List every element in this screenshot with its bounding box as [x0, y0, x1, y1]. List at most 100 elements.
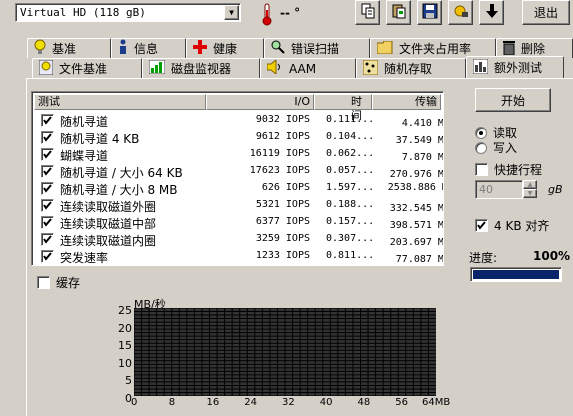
copy-button[interactable]	[355, 0, 380, 25]
column-header-io[interactable]: I/O	[206, 94, 314, 110]
random-dots-icon	[362, 59, 379, 78]
clipboard-icon	[391, 3, 407, 22]
time-value: 0.307...	[326, 233, 375, 244]
row-checkbox[interactable]	[41, 182, 54, 195]
table-header: 测试 I/O 时间 传输	[34, 94, 441, 122]
y-tick-label: 10	[118, 356, 132, 370]
time-value: 0.811...	[326, 250, 375, 261]
column-header-time[interactable]: 时间	[314, 94, 372, 122]
settings-hand-icon	[453, 3, 469, 22]
red-cross-icon	[193, 40, 207, 57]
short-stroke-checkbox[interactable]: 快捷行程	[475, 161, 542, 178]
tab-benchmark[interactable]: 基准	[27, 38, 111, 58]
row-checkbox[interactable]	[41, 233, 54, 246]
read-radio-dot[interactable]	[475, 126, 487, 139]
drive-select-value: Virtual HD (118 gB)	[20, 6, 146, 19]
test-name: 连续读取磁道外圈	[60, 200, 157, 214]
transfer-value: 332.545 MB/秒	[389, 203, 444, 214]
tab-label: 磁盘监视器	[171, 62, 232, 76]
y-tick-label: 15	[118, 339, 132, 353]
io-value: 16119 IOPS	[249, 148, 310, 159]
copy-icon	[360, 3, 376, 22]
time-value: 0.157...	[326, 216, 375, 227]
time-value: 0.104...	[326, 131, 375, 142]
drive-select[interactable]: Virtual HD (118 gB) ▼	[15, 3, 241, 22]
tab-aam[interactable]: AAM	[260, 58, 356, 78]
write-radio[interactable]: 写入	[475, 139, 517, 156]
tab-label: 文件夹占用率	[399, 42, 472, 56]
short-stroke-spinner[interactable]: ▲ ▼	[523, 180, 537, 199]
x-tick-label: 32	[282, 397, 295, 408]
transfer-value: 7.870 MB/秒	[401, 152, 444, 163]
tab-extra-tests[interactable]: 额外测试	[466, 56, 564, 78]
options-button[interactable]	[448, 0, 473, 25]
transfer-value: 77.087 MB/秒	[395, 254, 444, 265]
table-row[interactable]: 随机寻道 9032 IOPS 0.111... 4.410 MB/秒	[34, 112, 443, 129]
table-row[interactable]: 连续读取磁道外圈 5321 IOPS 0.188... 332.545 MB/秒	[34, 197, 444, 214]
tab-folder-usage[interactable]: 文件夹占用率	[370, 38, 496, 58]
row-checkbox[interactable]	[41, 131, 54, 144]
table-row[interactable]: 随机寻道 / 大小 8 MB 626 IOPS 1.597... 2538.886 M…	[34, 180, 443, 197]
tab-label: 错误扫描	[291, 42, 340, 56]
io-value: 6377 IOPS	[255, 216, 310, 227]
row-checkbox[interactable]	[41, 148, 54, 161]
table-row[interactable]: 蝴蝶寻道 16119 IOPS 0.062... 7.870 MB/秒	[34, 146, 444, 163]
save-button[interactable]	[417, 0, 442, 25]
row-checkbox[interactable]	[41, 199, 54, 212]
copy-all-button[interactable]	[386, 0, 411, 25]
temperature-readout: -- °	[280, 6, 301, 20]
y-tick-label: 0	[125, 392, 132, 405]
short-stroke-size-input[interactable]: 40	[475, 180, 523, 199]
x-tick-label: 56	[395, 397, 408, 408]
table-row[interactable]: 连续读取磁道内圈 3259 IOPS 0.307... 203.697 MB/秒	[34, 231, 443, 248]
align-4kb-checkbox[interactable]: 4 KB 对齐	[475, 217, 549, 234]
test-name: 随机寻道 / 大小 8 MB	[60, 183, 178, 197]
transfer-graph	[133, 307, 436, 397]
io-value: 626 IOPS	[261, 182, 310, 193]
test-name: 连续读取磁道中部	[60, 217, 157, 231]
io-value: 3259 IOPS	[255, 233, 310, 244]
tab-info[interactable]: 信息	[111, 38, 186, 58]
file-bulb-icon	[38, 59, 54, 78]
minimize-to-tray-button[interactable]	[479, 0, 504, 25]
spin-down-icon[interactable]: ▼	[523, 189, 537, 198]
time-value: 1.597...	[326, 182, 375, 193]
tab-health[interactable]: 健康	[186, 38, 264, 58]
test-name: 连续读取磁道内圈	[60, 234, 157, 248]
row-checkbox[interactable]	[41, 216, 54, 229]
exit-button[interactable]: 退出	[522, 0, 570, 25]
row-checkbox[interactable]	[41, 250, 54, 263]
time-value: 0.062...	[326, 148, 375, 159]
tab-disk-monitor[interactable]: 磁盘监视器	[142, 58, 260, 78]
transfer-value: 37.549 MB/秒	[395, 135, 444, 146]
cache-checkbox[interactable]: 缓存	[37, 274, 80, 291]
floppy-disk-icon	[422, 3, 438, 22]
start-button[interactable]: 开始	[475, 88, 551, 112]
tab-error-scan[interactable]: 错误扫描	[264, 38, 370, 58]
spin-up-icon[interactable]: ▲	[523, 180, 537, 189]
write-radio-dot[interactable]	[475, 141, 487, 154]
y-tick-label: 5	[125, 374, 132, 388]
column-header-transfer[interactable]: 传输	[372, 94, 441, 110]
column-header-test[interactable]: 测试	[34, 94, 206, 110]
tab-random-access[interactable]: 随机存取	[356, 58, 466, 78]
test-name: 蝴蝶寻道	[60, 149, 109, 163]
row-checkbox[interactable]	[41, 165, 54, 178]
cache-box[interactable]	[37, 276, 50, 289]
y-tick-label: 25	[118, 304, 132, 317]
transfer-value: 2538.886 M...	[387, 182, 443, 193]
short-stroke-box[interactable]	[475, 163, 488, 176]
table-row[interactable]: 随机寻道 / 大小 64 KB 17623 IOPS 0.057... 270.976…	[34, 163, 443, 180]
chevron-down-icon[interactable]: ▼	[224, 5, 239, 20]
transfer-value: 398.571 MB/秒	[389, 220, 444, 231]
table-row[interactable]: 随机寻道 4 KB 9612 IOPS 0.104... 37.549 MB/秒	[34, 129, 444, 146]
table-row[interactable]: 突发速率 1233 IOPS 0.811... 77.087 MB/秒	[34, 248, 444, 265]
tab-file-benchmark[interactable]: 文件基准	[32, 58, 142, 78]
table-row[interactable]: 连续读取磁道中部 6377 IOPS 0.157... 398.571 MB/秒	[34, 214, 444, 231]
align-4kb-box[interactable]	[475, 219, 488, 232]
x-tick-label: 48	[357, 397, 371, 408]
progress-bar	[470, 267, 562, 282]
tab-erase[interactable]: 删除	[496, 38, 573, 58]
io-value: 1233 IOPS	[255, 250, 310, 261]
row-checkbox[interactable]	[41, 114, 54, 127]
